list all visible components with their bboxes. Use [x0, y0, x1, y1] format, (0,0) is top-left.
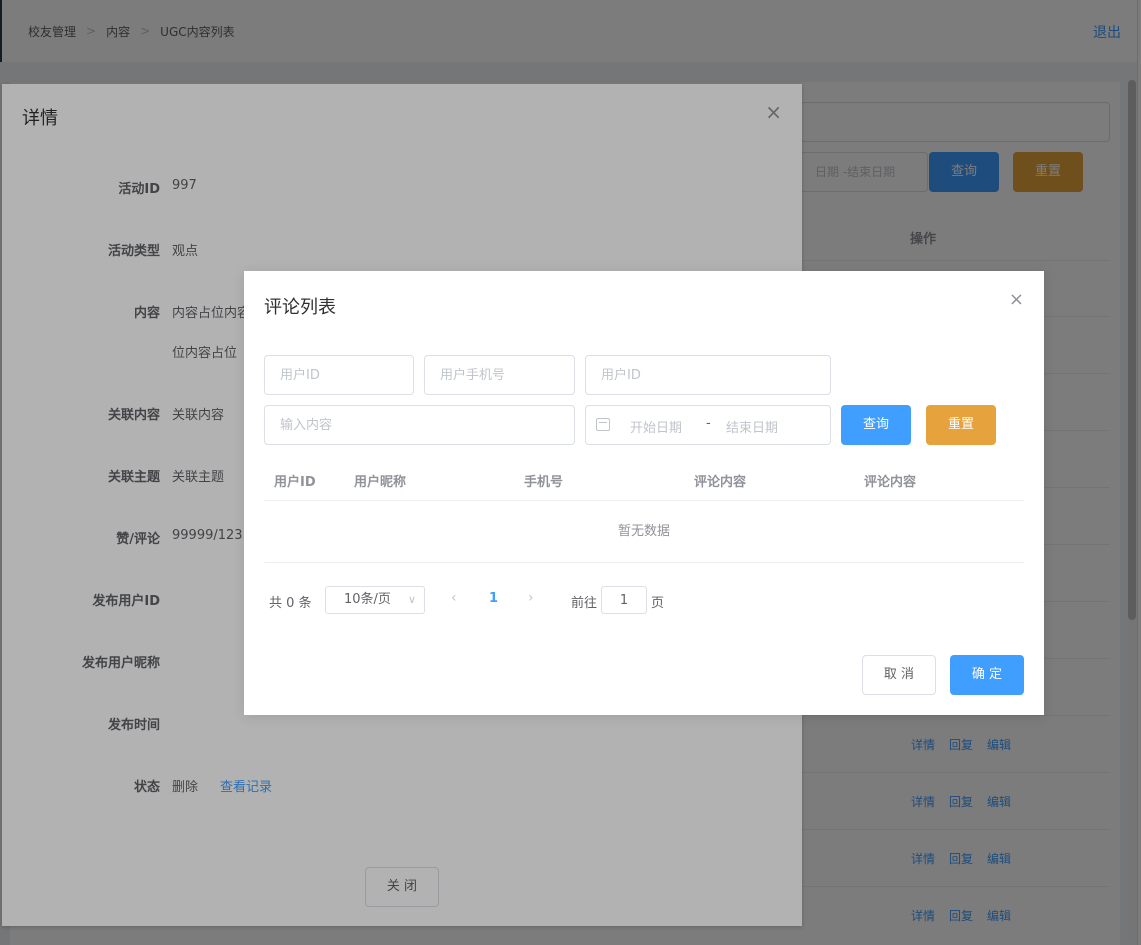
column-nickname: 用户昵称 [354, 475, 407, 490]
page-number[interactable]: 1 [489, 591, 498, 606]
column-user-id: 用户ID [274, 475, 316, 490]
page-size-value: 10条/页 [344, 592, 391, 607]
date-range-picker[interactable]: 开始日期 - 结束日期 [585, 405, 831, 445]
confirm-button[interactable]: 确 定 [950, 655, 1024, 695]
page-suffix: 页 [651, 596, 665, 611]
date-separator: - [706, 416, 711, 431]
comment-table-header: 用户ID 用户昵称 手机号 评论内容 评论内容 [264, 465, 1024, 501]
comment-dialog-title: 评论列表 [264, 297, 336, 318]
end-date[interactable]: 结束日期 [726, 417, 778, 436]
query-button[interactable]: 查询 [841, 405, 911, 445]
empty-state: 暂无数据 [264, 501, 1024, 563]
chevron-left-icon[interactable]: ‹ [451, 590, 457, 606]
close-icon[interactable]: × [1009, 289, 1024, 310]
chevron-right-icon[interactable]: › [528, 590, 534, 606]
user-id-input[interactable] [264, 355, 414, 395]
page-size-select[interactable]: 10条/页 ∨ [325, 586, 425, 614]
start-date[interactable]: 开始日期 [630, 417, 682, 436]
comment-list-dialog: 评论列表 × 开始日期 - 结束日期 查询 重置 用户ID 用户昵称 手机号 评… [244, 271, 1044, 715]
pagination-total: 共 0 条 [269, 596, 312, 611]
user-id-input-2[interactable] [585, 355, 831, 395]
goto-page-input[interactable] [601, 586, 647, 614]
column-comment: 评论内容 [694, 475, 747, 490]
chevron-down-icon: ∨ [407, 593, 416, 606]
calendar-icon [596, 418, 610, 431]
pagination: 共 0 条 10条/页 ∨ ‹ 1 › 前往 页 [269, 586, 969, 614]
column-comment-2: 评论内容 [864, 475, 917, 490]
phone-input[interactable] [424, 355, 575, 395]
goto-label: 前往 [571, 596, 598, 611]
column-phone: 手机号 [524, 475, 564, 490]
reset-button[interactable]: 重置 [926, 405, 996, 445]
cancel-button[interactable]: 取 消 [862, 655, 936, 695]
content-input[interactable] [264, 405, 575, 445]
